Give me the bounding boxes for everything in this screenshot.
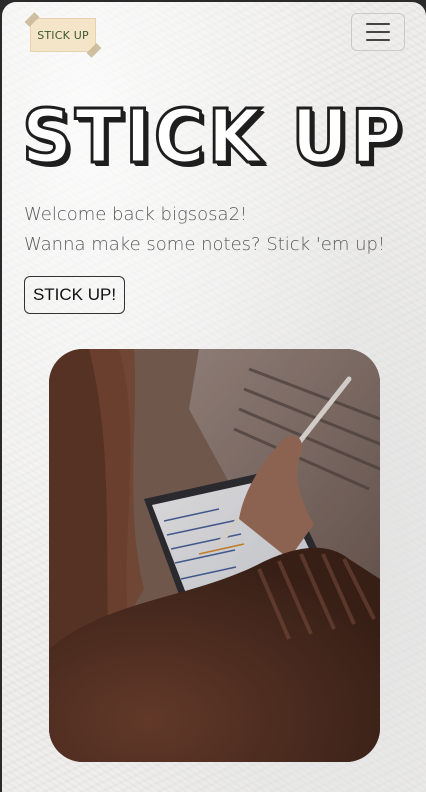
hamburger-menu-icon [366, 39, 390, 41]
hamburger-menu-icon [366, 23, 390, 25]
hero-title: STICK UP [21, 94, 405, 180]
tape-decoration [86, 43, 102, 58]
hamburger-menu-icon [366, 31, 390, 33]
brand-logo[interactable]: STICK UP [24, 12, 102, 58]
hamburger-menu-button[interactable] [351, 13, 405, 51]
welcome-message: Welcome back bigsosa2! [24, 204, 248, 225]
page-frame: STICK UP STICK UP Welcome back bigsosa2!… [2, 2, 426, 792]
logo-text: STICK UP [37, 28, 89, 42]
prompt-message: Wanna make some notes? Stick 'em up! [24, 234, 386, 255]
tape-decoration [24, 12, 40, 27]
stick-up-button[interactable]: STICK UP! [24, 276, 125, 314]
hero-photo [49, 349, 380, 762]
